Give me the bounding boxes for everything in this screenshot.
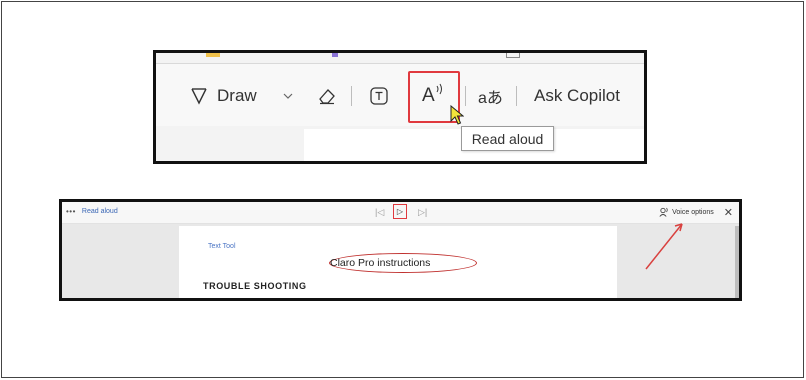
toolbar-separator: [516, 86, 517, 106]
tab-indicator-purple: [332, 53, 338, 57]
ask-copilot-button[interactable]: Ask Copilot: [534, 83, 620, 109]
chevron-down-icon: [283, 92, 293, 100]
tab-indicator-yellow: [206, 53, 220, 57]
translate-button[interactable]: aあ: [478, 83, 503, 109]
draw-button[interactable]: Draw: [190, 83, 257, 109]
toolbar-separator: [351, 86, 352, 106]
tab-indicator-outline: [506, 53, 520, 58]
translate-icon: aあ: [478, 90, 503, 107]
draw-icon: [190, 87, 208, 105]
read-aloud-panel: ••• Read aloud |◁ ▷ ▷| Voice options ✕ T…: [59, 199, 742, 301]
eraser-icon: [317, 87, 337, 105]
draw-dropdown-button[interactable]: [283, 83, 293, 109]
toolbar-separator: [465, 86, 466, 106]
screenshot-frame: Draw A aあ Ask Copilot Read aloud ••• Rea…: [1, 1, 804, 378]
draw-label: Draw: [217, 86, 257, 105]
text-box-button[interactable]: [369, 83, 389, 109]
read-aloud-tooltip: Read aloud: [461, 126, 554, 151]
toolbar-panel: Draw A aあ Ask Copilot Read aloud: [153, 50, 647, 164]
arrow-annotation-icon: [645, 223, 683, 270]
tab-strip: [156, 53, 644, 63]
tooltip-text: Read aloud: [471, 130, 544, 147]
ask-copilot-label: Ask Copilot: [534, 86, 620, 105]
text-box-icon: [369, 86, 389, 106]
pdf-toolbar: Draw A aあ Ask Copilot: [156, 64, 644, 126]
eraser-button[interactable]: [317, 83, 337, 109]
